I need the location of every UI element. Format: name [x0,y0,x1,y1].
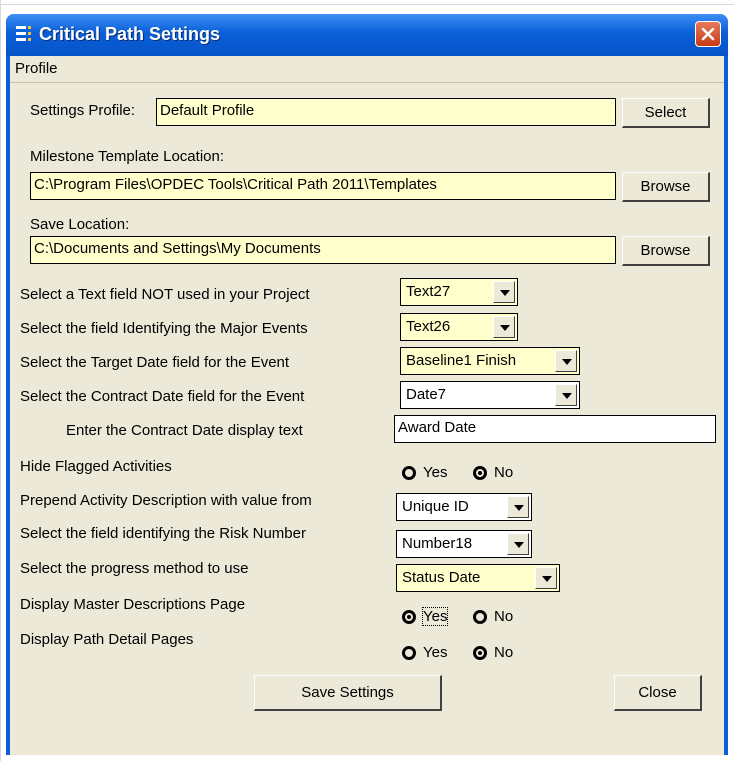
path-detail-no-radio[interactable] [473,646,487,660]
select-profile-button[interactable]: Select [622,98,710,128]
chevron-down-icon[interactable] [507,496,529,518]
contract-text-label: Enter the Contract Date display text [66,422,303,439]
master-desc-yes-label[interactable]: Yes [421,607,449,626]
progress-method-dropdown[interactable]: Status Date [396,564,560,592]
menu-bar: Profile [10,56,724,83]
risk-number-label: Select the field identifying the Risk Nu… [20,525,306,542]
save-location-field[interactable]: C:\Documents and Settings\My Documents [30,236,616,264]
contract-date-dropdown[interactable]: Date7 [400,381,580,409]
save-location-label: Save Location: [30,216,130,233]
master-desc-yes-radio[interactable] [402,610,416,624]
major-events-label: Select the field Identifying the Major E… [20,320,308,337]
title-bar[interactable]: Critical Path Settings [6,14,728,56]
progress-method-value: Status Date [402,569,481,586]
path-detail-label: Display Path Detail Pages [20,631,194,648]
target-date-dropdown[interactable]: Baseline1 Finish [400,347,580,375]
milestone-template-field[interactable]: C:\Program Files\OPDEC Tools\Critical Pa… [30,172,616,200]
browse-template-button[interactable]: Browse [622,172,710,202]
menu-item-profile[interactable]: Profile [15,60,58,77]
major-events-dropdown[interactable]: Text26 [400,313,518,341]
browse-save-button[interactable]: Browse [622,236,710,266]
chevron-down-icon[interactable] [493,281,515,303]
text-field-label: Select a Text field NOT used in your Pro… [20,286,310,303]
milestone-template-label: Milestone Template Location: [30,148,225,165]
save-settings-button[interactable]: Save Settings [254,675,442,711]
contract-text-field[interactable]: Award Date [394,415,716,443]
master-desc-label: Display Master Descriptions Page [20,596,246,613]
master-desc-no-radio[interactable] [473,610,487,624]
path-detail-yes-label[interactable]: Yes [423,644,447,661]
dialog-client-area: Profile Settings Profile: Default Profil… [10,56,724,755]
text-field-dropdown[interactable]: Text27 [400,278,518,306]
contract-date-label: Select the Contract Date field for the E… [20,388,305,405]
master-desc-no-label[interactable]: No [494,608,513,625]
contract-date-value: Date7 [406,386,447,403]
prepend-value: Unique ID [402,498,469,515]
path-detail-yes-radio[interactable] [402,646,416,660]
background-gridline [0,4,734,5]
hide-flagged-no-label[interactable]: No [494,464,513,481]
dialog-window: Critical Path Settings Profile Settings … [6,14,728,755]
close-icon [701,27,715,41]
target-date-value: Baseline1 Finish [406,352,517,369]
app-icon [16,26,31,41]
hide-flagged-no-radio[interactable] [473,466,487,480]
path-detail-no-label[interactable]: No [494,644,513,661]
close-window-button[interactable] [695,21,721,47]
progress-method-label: Select the progress method to use [20,560,249,577]
chevron-down-icon[interactable] [535,567,557,589]
background-gridline [0,0,1,761]
chevron-down-icon[interactable] [555,384,577,406]
window-title: Critical Path Settings [39,24,221,44]
risk-number-dropdown[interactable]: Number18 [396,530,532,558]
hide-flagged-yes-label[interactable]: Yes [423,464,447,481]
prepend-label: Prepend Activity Description with value … [20,492,312,509]
prepend-dropdown[interactable]: Unique ID [396,493,532,521]
major-events-value: Text26 [406,318,451,335]
chevron-down-icon[interactable] [493,316,515,338]
close-button[interactable]: Close [614,675,702,711]
risk-number-value: Number18 [402,535,473,552]
hide-flagged-label: Hide Flagged Activities [20,458,172,475]
settings-profile-label: Settings Profile: [30,102,136,119]
chevron-down-icon[interactable] [507,533,529,555]
target-date-label: Select the Target Date field for the Eve… [20,354,290,371]
chevron-down-icon[interactable] [555,350,577,372]
settings-profile-field[interactable]: Default Profile [156,98,616,126]
hide-flagged-yes-radio[interactable] [402,466,416,480]
text-field-value: Text27 [406,283,451,300]
